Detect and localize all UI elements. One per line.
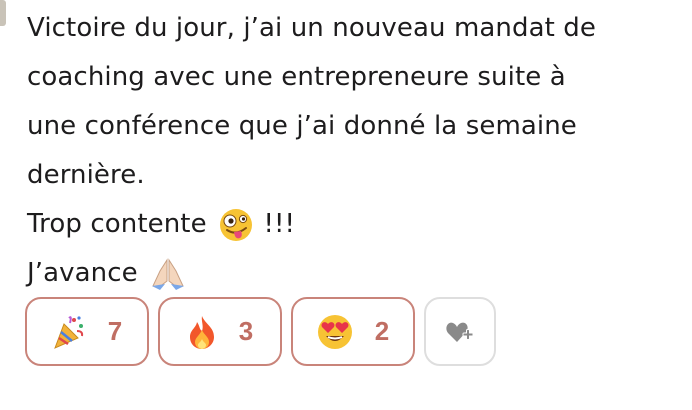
message-line: dernière.: [27, 160, 145, 190]
party-popper-emoji: [52, 314, 86, 350]
message-line-with-emoji: Trop contente !!!: [27, 200, 677, 249]
reaction-count: 3: [238, 316, 254, 346]
message-text: Trop contente: [27, 209, 207, 239]
reaction-count: 7: [107, 316, 123, 346]
message-body: Victoire du jour, j’ai un nouveau mandat…: [27, 4, 677, 298]
reaction-count: 2: [374, 316, 390, 346]
zany-face-emoji: [219, 208, 253, 242]
message-line-with-emoji: J’avance: [27, 249, 677, 298]
heart-eyes-emoji: [317, 314, 353, 350]
add-reaction-button[interactable]: [424, 297, 496, 366]
message-text: J’avance: [27, 258, 138, 288]
reaction-fire[interactable]: 3: [158, 297, 282, 366]
reaction-bar: 7 3 2: [25, 297, 496, 370]
reaction-party-popper[interactable]: 7: [25, 297, 149, 366]
add-reaction-heart-icon: [445, 319, 475, 345]
message-line: Victoire du jour, j’ai un nouveau mandat…: [27, 13, 596, 43]
message-line: une conférence que j’ai donné la semaine: [27, 111, 577, 141]
message-text: !!!: [263, 209, 296, 239]
message-line: coaching avec une entrepreneure suite à: [27, 62, 566, 92]
fire-emoji: [187, 314, 217, 350]
folded-hands-emoji: [150, 257, 186, 291]
thread-edge: [0, 0, 6, 26]
reaction-heart-eyes[interactable]: 2: [291, 297, 415, 366]
